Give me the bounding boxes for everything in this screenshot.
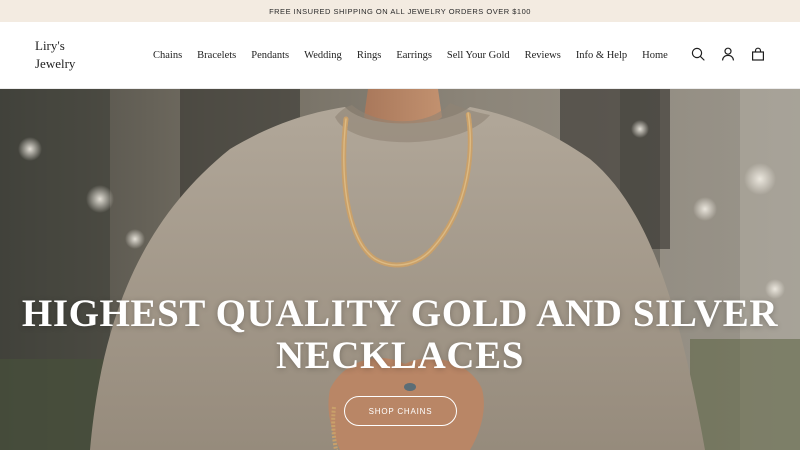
search-icon[interactable] (691, 47, 705, 61)
nav-earrings[interactable]: Earrings (396, 50, 432, 61)
cart-bag-icon[interactable] (751, 47, 765, 61)
nav-home[interactable]: Home (642, 50, 668, 61)
hero-title: HIGHEST QUALITY GOLD AND SILVER NECKLACE… (0, 293, 800, 377)
main-nav: Chains Bracelets Pendants Wedding Rings … (153, 47, 668, 63)
nav-sell-your-gold[interactable]: Sell Your Gold (447, 50, 510, 61)
shop-chains-button[interactable]: SHOP CHAINS (344, 396, 457, 426)
header-icons (691, 47, 765, 61)
site-header: Liry's Jewelry Chains Bracelets Pendants… (0, 22, 800, 89)
shop-chains-label: SHOP CHAINS (368, 406, 433, 416)
account-icon[interactable] (721, 47, 735, 61)
logo-line-2: Jewelry (35, 56, 76, 71)
hero-title-line-1: HIGHEST QUALITY GOLD AND SILVER (21, 292, 779, 335)
hero-title-line-2: NECKLACES (275, 334, 525, 377)
nav-bracelets[interactable]: Bracelets (197, 50, 236, 61)
nav-wedding[interactable]: Wedding (304, 50, 342, 61)
nav-pendants[interactable]: Pendants (251, 50, 289, 61)
logo-line-1: Liry's (35, 38, 65, 53)
announcement-bar: FREE INSURED SHIPPING ON ALL JEWELRY ORD… (0, 0, 800, 22)
hero-banner: HIGHEST QUALITY GOLD AND SILVER NECKLACE… (0, 89, 800, 450)
announcement-text: FREE INSURED SHIPPING ON ALL JEWELRY ORD… (269, 6, 531, 16)
nav-chains[interactable]: Chains (153, 50, 182, 61)
nav-info-help[interactable]: Info & Help (576, 50, 627, 61)
nav-reviews[interactable]: Reviews (525, 50, 561, 61)
nav-rings[interactable]: Rings (357, 50, 382, 61)
site-logo[interactable]: Liry's Jewelry (35, 37, 105, 73)
